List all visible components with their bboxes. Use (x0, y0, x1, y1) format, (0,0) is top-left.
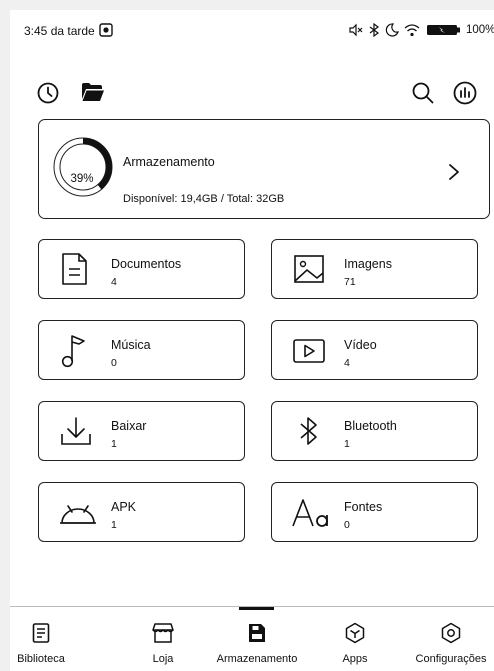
category-name: Baixar (111, 419, 147, 433)
library-icon (32, 623, 50, 643)
wifi-icon (404, 24, 420, 37)
font-icon (292, 499, 328, 527)
video-icon (293, 339, 325, 363)
download-icon (61, 417, 91, 445)
category-apk[interactable]: APK 1 (38, 482, 245, 542)
category-bluetooth[interactable]: Bluetooth 1 (271, 401, 478, 461)
category-count: 1 (111, 519, 117, 531)
nav-label: Biblioteca (17, 653, 65, 665)
store-icon (152, 623, 174, 643)
music-icon (61, 335, 85, 368)
category-count: 0 (111, 357, 117, 369)
category-count: 1 (111, 438, 117, 450)
nav-label: Armazenamento (216, 653, 298, 665)
category-count: 4 (111, 276, 117, 288)
battery-percent: 100% (466, 24, 494, 36)
history-icon[interactable] (37, 82, 59, 104)
chevron-right-icon (449, 164, 459, 180)
nav-library[interactable]: Biblioteca (10, 607, 86, 671)
android-icon (60, 505, 96, 524)
search-icon[interactable] (412, 82, 434, 104)
nav-storage[interactable]: Armazenamento (212, 607, 302, 671)
category-name: Música (111, 338, 151, 352)
battery-icon (427, 25, 460, 35)
settings-icon (441, 622, 461, 644)
storage-usage-ring (53, 137, 113, 197)
category-count: 0 (344, 519, 350, 531)
category-fonts[interactable]: Fontes 0 (271, 482, 478, 542)
category-name: Imagens (344, 257, 392, 271)
nav-label: Apps (342, 653, 368, 665)
category-name: Fontes (344, 500, 383, 514)
category-downloads[interactable]: Baixar 1 (38, 401, 245, 461)
nav-label: Configurações (415, 653, 487, 665)
category-documents[interactable]: Documentos 4 (38, 239, 245, 299)
category-video[interactable]: Vídeo 4 (271, 320, 478, 380)
document-icon (62, 253, 87, 285)
image-icon (294, 255, 324, 283)
status-time: 3:45 da tarde (24, 24, 95, 38)
category-music[interactable]: Música 0 (38, 320, 245, 380)
bottom-navigation: Biblioteca Loja Armazenamento Apps Confi… (10, 606, 494, 671)
nav-store[interactable]: Loja (118, 607, 208, 671)
mute-icon (349, 23, 363, 37)
storage-title: Armazenamento (123, 155, 215, 169)
screen: 3:45 da tarde 100% 39% Armazenamento Dis… (10, 10, 494, 671)
nav-settings[interactable]: Configurações (406, 607, 494, 671)
storage-stats-icon[interactable] (453, 81, 477, 105)
category-count: 1 (344, 438, 350, 450)
category-name: APK (111, 500, 137, 514)
storage-icon (249, 624, 265, 642)
bluetooth-status-icon (369, 23, 379, 37)
screenshot-notification-icon (99, 23, 113, 37)
do-not-disturb-icon (385, 23, 399, 37)
category-name: Documentos (111, 257, 182, 271)
category-count: 71 (344, 276, 356, 288)
nav-apps[interactable]: Apps (310, 607, 400, 671)
nav-label: Loja (152, 653, 174, 665)
category-name: Vídeo (344, 338, 377, 352)
folder-icon[interactable] (81, 82, 105, 102)
storage-used-percent: 39% (70, 173, 94, 185)
status-bar: 3:45 da tarde 100% (10, 10, 494, 48)
category-images[interactable]: Imagens 71 (271, 239, 478, 299)
apps-icon (345, 622, 365, 644)
storage-detail: Disponível: 19,4GB / Total: 32GB (123, 193, 285, 205)
bluetooth-icon (300, 417, 317, 445)
storage-card[interactable]: 39% Armazenamento Disponível: 19,4GB / T… (38, 119, 490, 219)
category-name: Bluetooth (344, 419, 397, 433)
category-count: 4 (344, 357, 350, 369)
